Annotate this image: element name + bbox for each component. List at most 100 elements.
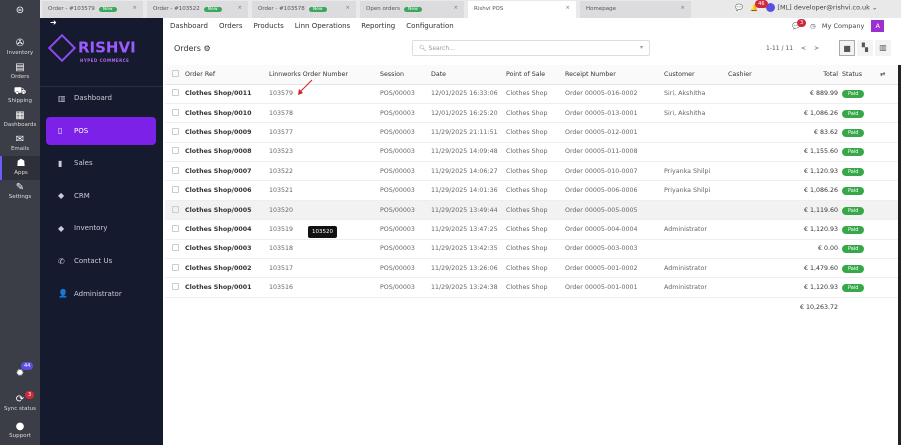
table-row[interactable]: Clothes Shop/0008 103523 POS/00003 11/29/20… [165,142,898,163]
bell-icon[interactable]: 🔔 46 [750,0,768,12]
row-checkbox[interactable] [165,103,185,124]
sidebar-item-contact-us[interactable]: ✆ Contact Us [46,247,156,275]
cell-order-ref: Clothes Shop/0007 [185,161,269,182]
rail-item-emails[interactable]: ✉ Emails [0,132,40,156]
prev-page-button[interactable]: < [801,45,806,52]
row-checkbox[interactable] [165,200,185,221]
close-icon[interactable]: × [453,5,458,11]
nav-dashboard[interactable]: Dashboard [170,22,208,30]
sidebar-item-dashboard[interactable]: ▥ Dashboard [46,84,156,112]
cell-cashier [728,103,792,124]
tab-label: Order - #103522 [153,6,200,12]
sidebar-item-pos[interactable]: ▯ POS [46,116,156,145]
cell-point-of-sale: Clothes Shop [506,122,565,143]
column-header[interactable]: Date [431,65,506,85]
table-row[interactable]: Clothes Shop/0003 103518 POS/00003 11/29/20… [165,239,898,260]
company-switcher[interactable]: My Company [822,22,864,30]
messages-icon[interactable]: 💬 3 [792,19,807,30]
row-checkbox[interactable] [165,142,185,163]
nav-products[interactable]: Products [254,22,284,30]
cell-receipt-number: Order 00005-005-0005 [565,200,664,221]
column-header[interactable]: Order Ref [185,65,269,85]
browser-tab[interactable]: Order - #103579 New × [42,1,143,18]
browser-tab[interactable]: Rishvi POS × [468,1,576,18]
cell-status: Paid [842,142,880,163]
table-row[interactable]: Clothes Shop/0005 103520 POS/00003 11/29/20… [165,200,898,221]
nav-orders[interactable]: Orders [219,22,243,30]
sidebar-item-crm[interactable]: ◆ CRM [46,182,156,210]
chevron-down-icon[interactable]: ⌄ [872,4,877,12]
browser-tab[interactable]: Homepage × [580,1,691,18]
cell-order-ref: Clothes Shop/0006 [185,180,269,201]
tips-button[interactable]: ✹ 44 [0,362,40,380]
close-icon[interactable]: × [680,5,685,11]
row-checkbox[interactable] [165,180,185,201]
close-icon[interactable]: × [132,5,137,11]
gear-icon[interactable]: ⚙ [203,44,210,53]
home-button[interactable]: ⊜ [0,5,40,17]
chat-icon[interactable]: 💬 [735,4,743,12]
cell-point-of-sale: Clothes Shop [506,219,565,240]
rail-item-settings[interactable]: ✎ Settings [0,180,40,204]
column-header[interactable]: Receipt Number [565,65,664,85]
support-button[interactable]: ● Support [0,421,40,439]
rail-item-apps[interactable]: ☗ Apps [0,156,40,180]
table-row[interactable]: Clothes Shop/0009 103577 POS/00003 11/29/20… [165,122,898,143]
select-all-checkbox[interactable] [165,65,185,85]
row-checkbox[interactable] [165,84,185,104]
row-checkbox[interactable] [165,239,185,260]
rail-item-dashboards[interactable]: ▦ Dashboards [0,108,40,132]
list-view-button[interactable]: ■ [839,40,855,56]
pager-value[interactable]: 1-11 / 11 [766,45,793,52]
graph-view-button[interactable]: ▥ [875,40,891,56]
close-icon[interactable]: × [237,5,242,11]
table-row[interactable]: Clothes Shop/0010 103578 POS/00003 12/01/20… [165,103,898,124]
nav-reporting[interactable]: Reporting [361,22,395,30]
table-row[interactable]: Clothes Shop/0004 103519 POS/00003 11/29/20… [165,219,898,240]
row-checkbox[interactable] [165,277,185,298]
row-checkbox[interactable] [165,258,185,279]
search-input[interactable]: 🔍︎ Search... ▾ [412,40,650,56]
browser-tab[interactable]: Open orders New × [360,1,464,18]
sidebar-item-sales[interactable]: ▮ Sales [46,149,156,177]
nav-linn-operations[interactable]: Linn Operations [295,22,350,30]
table-row[interactable]: Clothes Shop/0006 103521 POS/00003 11/29/20… [165,180,898,201]
row-checkbox[interactable] [165,219,185,240]
nav-configuration[interactable]: Configuration [406,22,453,30]
column-header[interactable]: Cashier [728,65,792,85]
control-panel: Orders ⚙ 🔍︎ Search... ▾ 1-11 / 11 < > ■ ▚… [165,36,901,64]
close-icon[interactable]: × [345,5,350,11]
rail-item-shipping[interactable]: ⛟ Shipping [0,84,40,108]
next-page-button[interactable]: > [814,45,819,52]
close-icon[interactable]: × [565,5,570,11]
clock-icon[interactable]: ◷ [810,22,816,30]
logo-tagline: HYPED COMMERCE [80,58,130,63]
column-header[interactable]: Customer [664,65,728,85]
sidebar-item-administrator[interactable]: 👤 Administrator [46,280,156,308]
column-header[interactable]: Session [380,65,431,85]
toggle-sidebar-icon[interactable]: ➜ [50,18,57,27]
table-row[interactable]: Clothes Shop/0001 103516 POS/00003 11/29/20… [165,277,898,298]
search-icon: 🔍︎ [419,45,427,52]
user-avatar[interactable]: A [871,20,884,32]
cell-session: POS/00003 [380,219,431,240]
browser-tab[interactable]: Order - #103578 New × [252,1,356,18]
row-checkbox[interactable] [165,161,185,182]
column-header[interactable]: Total [792,65,842,85]
row-checkbox[interactable] [165,122,185,143]
rail-item-inventory[interactable]: ✇ Inventory [0,36,40,60]
table-row[interactable]: Clothes Shop/0011 103579 POS/00003 12/01/20… [165,84,898,104]
browser-tab[interactable]: Order - #103522 New × [147,1,248,18]
sidebar-item-inventory[interactable]: ◆ Inventory [46,214,156,242]
user-menu[interactable]: [ML] developer@rishvi.co.uk [777,4,870,12]
column-settings-icon[interactable]: ⇄ [880,65,898,85]
table-row[interactable]: Clothes Shop/0007 103522 POS/00003 11/29/20… [165,161,898,182]
column-header[interactable]: Status [842,65,880,85]
rail-item-orders[interactable]: ▤ Orders [0,60,40,84]
sync-status-button[interactable]: ⟳ Sync status 3 [0,391,40,412]
table-row[interactable]: Clothes Shop/0002 103517 POS/00003 11/29/20… [165,258,898,279]
kanban-view-button[interactable]: ▚ [857,40,873,56]
search-dropdown-icon[interactable]: ▾ [640,44,643,51]
column-header[interactable]: Point of Sale [506,65,565,85]
column-header[interactable]: Linnworks Order Number [269,65,380,85]
